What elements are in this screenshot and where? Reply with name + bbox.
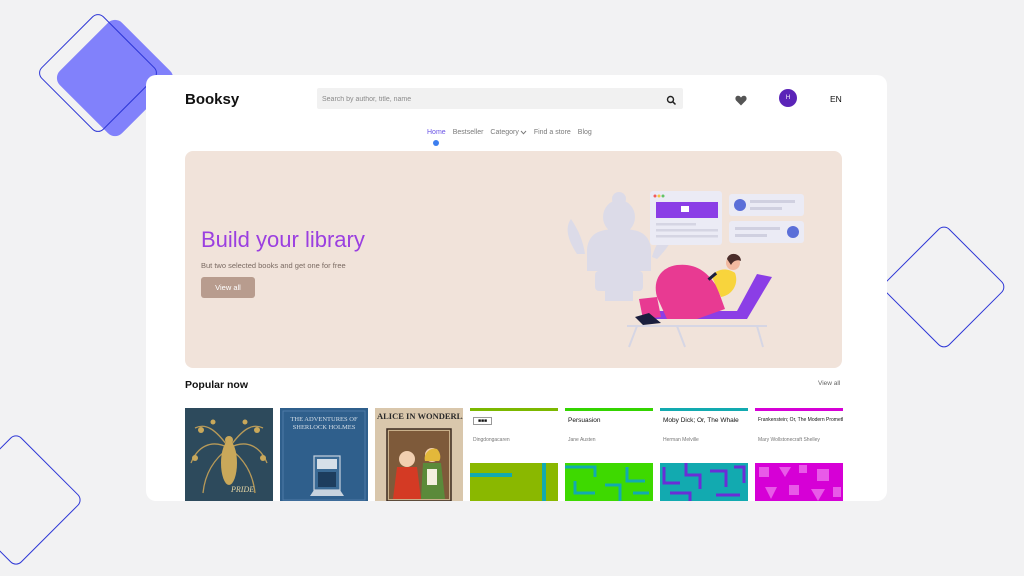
nav-active-indicator	[433, 140, 439, 146]
book-cover-alice	[386, 428, 452, 501]
book-list: PRIDE THE ADVENTURES OF SHERLOCK HOLMES …	[185, 408, 843, 501]
decor-outline-square-top-left	[35, 10, 161, 136]
hero-illustration	[567, 191, 804, 348]
book-title: Persuasion	[568, 417, 601, 424]
book-cover-art	[565, 463, 653, 501]
book-cover-art	[755, 463, 843, 501]
nav-item-category[interactable]: Category	[490, 129, 527, 136]
book-card-pride[interactable]: PRIDE	[185, 408, 273, 501]
book-author: Jane Austen	[568, 437, 596, 443]
hero-view-all-button[interactable]: View all	[201, 277, 255, 298]
book-cover-art	[660, 463, 748, 501]
book-cover-text: PRIDE	[231, 485, 255, 494]
search-input[interactable]	[317, 89, 647, 110]
section-title-popular: Popular now	[185, 379, 248, 391]
main-nav: Home Bestseller Category Find a store Bl…	[427, 129, 592, 136]
book-cover-art	[470, 463, 558, 501]
hero-subtitle: But two selected books and get one for f…	[201, 261, 346, 270]
decor-outline-square-right	[880, 223, 1008, 351]
logo[interactable]: Booksy	[185, 91, 239, 108]
book-author: Herman Melville	[663, 437, 699, 443]
hero-title: Build your library	[201, 227, 365, 252]
book-card-sherlock-holmes[interactable]: THE ADVENTURES OF SHERLOCK HOLMES	[280, 408, 368, 501]
nav-item-category-label: Category	[490, 129, 519, 136]
book-title: Frankenstein; Or, The Modern Prometheus	[758, 417, 843, 423]
book-card-persuasion[interactable]: Persuasion Jane Austen	[565, 408, 653, 501]
search-bar	[317, 88, 683, 110]
nav-item-blog[interactable]: Blog	[578, 129, 592, 136]
heart-icon[interactable]	[735, 93, 747, 106]
decor-outline-square-bottom-left	[0, 432, 84, 568]
book-card-moby-dick[interactable]: Moby Dick; Or, The Whale Herman Melville	[660, 408, 748, 501]
nav-item-find-store[interactable]: Find a store	[534, 129, 571, 136]
nav-item-bestseller[interactable]: Bestseller	[453, 129, 484, 136]
book-author: Mary Wollstonecraft Shelley	[758, 437, 820, 443]
nav-item-home[interactable]: Home	[427, 129, 446, 136]
book-card-frankenstein[interactable]: Frankenstein; Or, The Modern Prometheus …	[755, 408, 843, 501]
language-selector[interactable]: EN	[830, 94, 842, 104]
book-cover-pride	[185, 408, 273, 501]
book-cover-text: THE ADVENTURES OF SHERLOCK HOLMES	[290, 416, 358, 431]
book-cover-text: ALICE IN WONDERLAND	[377, 411, 463, 421]
popular-view-all-link[interactable]: View all	[818, 380, 840, 387]
app-window: Booksy H EN Home Bestseller Category Fin…	[146, 75, 887, 501]
chevron-down-icon	[520, 130, 527, 135]
book-author: Dingdongacaren	[473, 437, 510, 443]
book-card-generated-1[interactable]: ■■■ Dingdongacaren	[470, 408, 558, 501]
avatar[interactable]: H	[779, 89, 797, 107]
book-title: Moby Dick; Or, The Whale	[663, 417, 739, 424]
hero-banner: Build your library But two selected book…	[185, 151, 842, 368]
book-title: ■■■	[470, 411, 558, 437]
book-card-alice[interactable]: ALICE IN WONDERLAND	[375, 408, 463, 501]
search-icon[interactable]	[666, 93, 677, 106]
